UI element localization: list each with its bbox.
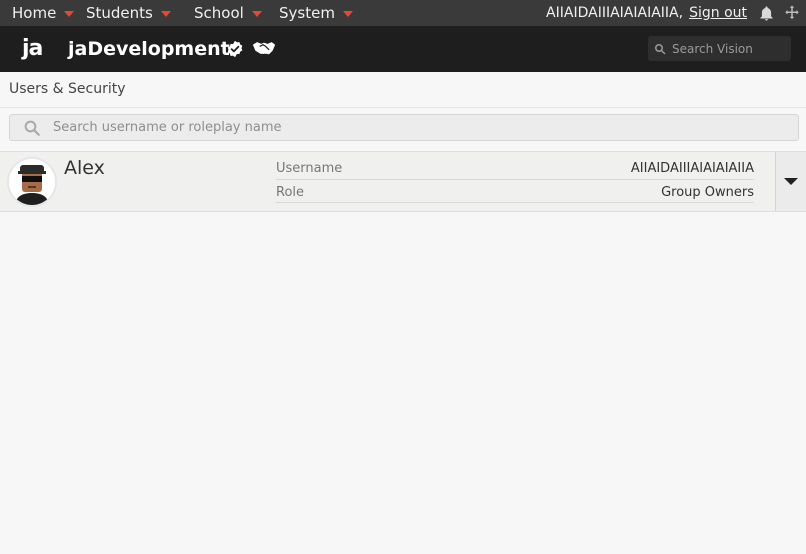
menu-system[interactable]: System [279, 0, 353, 26]
user-avatar-image [9, 159, 55, 205]
chevron-down-icon [64, 11, 75, 17]
avatar [7, 157, 57, 207]
username-label: Username [276, 161, 343, 176]
search-icon [24, 120, 40, 136]
chevron-down-icon [342, 11, 353, 17]
menu-students-label: Students [86, 4, 153, 22]
top-menu-bar: Home Students School System AIIAIDAIIIAI… [0, 0, 806, 26]
menu-system-label: System [279, 4, 335, 22]
divider [276, 179, 754, 180]
page-title: Users & Security [9, 81, 126, 97]
chevron-down-icon [160, 11, 171, 17]
username-value: AIIAIDAIIIAIAIAIAIIA [630, 161, 754, 176]
app-header: ja jaDevelopment [0, 26, 806, 72]
user-area: AIIAIDAIIIAIAIAIAIIA, Sign out [546, 0, 747, 26]
logo[interactable]: ja [22, 36, 43, 61]
vision-search-input[interactable] [672, 41, 782, 56]
vision-search-box[interactable] [648, 36, 791, 61]
menu-school-label: School [194, 4, 244, 22]
user-display-name[interactable]: Alex [64, 157, 105, 179]
menu-students[interactable]: Students [86, 0, 171, 26]
handshake-icon [252, 42, 276, 55]
caret-down-icon [784, 178, 798, 185]
verified-badge-icon [227, 40, 243, 58]
user-card[interactable]: Alex Username AIIAIDAIIIAIAIAIAIIA Role … [0, 151, 806, 212]
expand-user-button[interactable] [775, 152, 806, 211]
divider [276, 202, 754, 203]
user-search-input[interactable] [53, 120, 753, 135]
role-label: Role [276, 185, 305, 200]
search-icon [655, 43, 666, 54]
current-username: AIIAIDAIIIAIAIAIAIIA, [546, 5, 684, 21]
menu-home-label: Home [12, 4, 57, 22]
menu-school[interactable]: School [194, 0, 262, 26]
menu-home[interactable]: Home [12, 0, 75, 26]
role-value: Group Owners [661, 185, 754, 200]
move-icon[interactable] [783, 4, 801, 22]
org-name[interactable]: jaDevelopment [68, 38, 230, 60]
bell-icon[interactable] [758, 5, 775, 22]
user-search-box[interactable] [9, 114, 799, 141]
sign-out-link[interactable]: Sign out [689, 5, 747, 21]
chevron-down-icon [251, 11, 262, 17]
divider [0, 107, 806, 108]
